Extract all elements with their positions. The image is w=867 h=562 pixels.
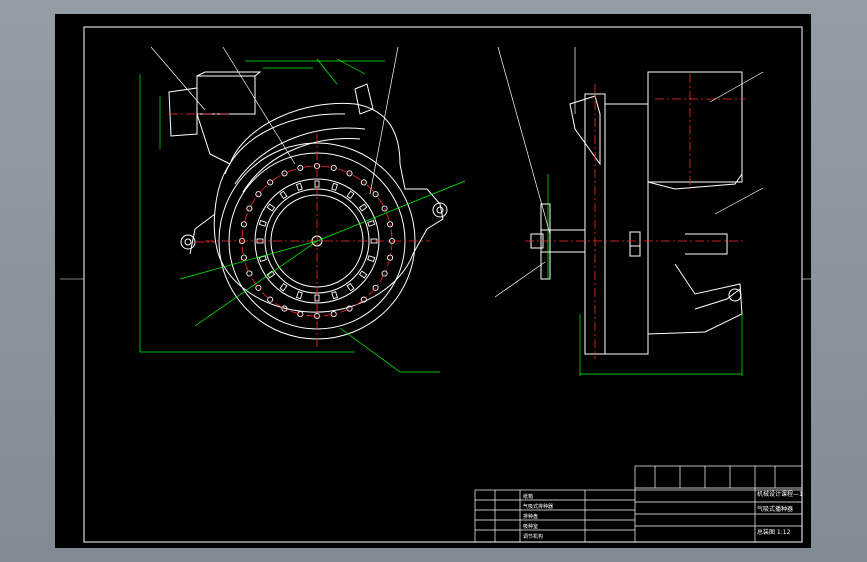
hopper-neck (196, 113, 231, 165)
disc-slot (266, 203, 276, 212)
seed-hole (387, 254, 394, 261)
cad-viewport: 机械设计课程—1 气吸式播种器 总装图 1:12 纸箱 气吸式排种器 排种盘 吸… (0, 0, 867, 562)
leader-side-4 (709, 71, 764, 103)
title-text-drawing-no: 总装图 1:12 (757, 528, 791, 536)
leader-side-6 (494, 261, 546, 298)
seed-hole (297, 311, 304, 318)
bom-row-4: 吸种室 (523, 523, 538, 530)
coupling (685, 233, 728, 255)
pivot-hole (184, 238, 192, 246)
title-text-main: 机械设计课程—1 (757, 490, 803, 498)
seed-hole (240, 221, 247, 228)
disc-slot (296, 182, 303, 191)
sprocket (540, 203, 551, 280)
disc-slot (258, 220, 267, 227)
seed-hole (387, 221, 394, 228)
seed-hole (240, 254, 247, 261)
seed-hole (330, 311, 337, 318)
right-ear-hole (436, 206, 444, 214)
disc-slot (279, 282, 288, 292)
bearing-1 (629, 231, 641, 247)
disc-slot (367, 255, 376, 262)
title-block-text: 机械设计课程—1 气吸式播种器 总装图 1:12 纸箱 气吸式排种器 排种盘 吸… (523, 490, 803, 540)
bom-row-1: 纸箱 (523, 493, 533, 500)
bom-row-5: 调节机构 (523, 533, 543, 540)
agitator-arc-1 (234, 127, 366, 185)
dim-radius-1 (179, 240, 318, 280)
vacuum-port (354, 83, 374, 115)
leader-2 (222, 46, 296, 165)
disc-slot (367, 220, 376, 227)
bom-row-3: 排种盘 (523, 513, 538, 520)
side-dimensions (547, 174, 743, 376)
front-dimensions (139, 58, 466, 373)
seed-box (647, 71, 743, 183)
arm-pivot (728, 288, 742, 302)
front-leaders (150, 46, 399, 195)
seed-hole (381, 205, 388, 212)
bearing-2 (629, 245, 641, 257)
hopper-body (196, 75, 256, 115)
disc-slot (346, 190, 355, 200)
side-centerlines (525, 74, 745, 359)
frame-body (647, 182, 743, 335)
dim-angle-1 (316, 58, 338, 85)
side-leaders (494, 46, 764, 298)
disc-slot (331, 291, 338, 300)
leader-side-1 (497, 46, 551, 235)
leader-side-5 (714, 187, 764, 215)
seed-hole (381, 270, 388, 277)
dim-leader-holes (339, 327, 401, 373)
disc-slot (296, 291, 303, 300)
disc-slot (331, 182, 338, 191)
side-plate (604, 103, 649, 355)
seed-hole (372, 191, 379, 198)
side-view (530, 71, 743, 355)
seed-hole (246, 270, 253, 277)
inner-frame (83, 26, 803, 543)
lower-bracket (189, 213, 216, 255)
disc-slot (346, 282, 355, 292)
bom-row-2: 气吸式排种器 (523, 503, 553, 510)
inlet-pipe (168, 87, 198, 137)
leader-3 (369, 46, 399, 195)
disc-slot (358, 203, 368, 212)
disc-slot (279, 190, 288, 200)
title-text-sub: 气吸式播种器 (757, 505, 793, 513)
drawing-sheet: 机械设计课程—1 气吸式播种器 总装图 1:12 纸箱 气吸式排种器 排种盘 吸… (55, 14, 811, 548)
hopper-lip (196, 71, 262, 77)
drawing-canvas: 机械设计课程—1 气吸式播种器 总装图 1:12 纸箱 气吸式排种器 排种盘 吸… (60, 26, 811, 543)
disc-slot (358, 270, 368, 279)
